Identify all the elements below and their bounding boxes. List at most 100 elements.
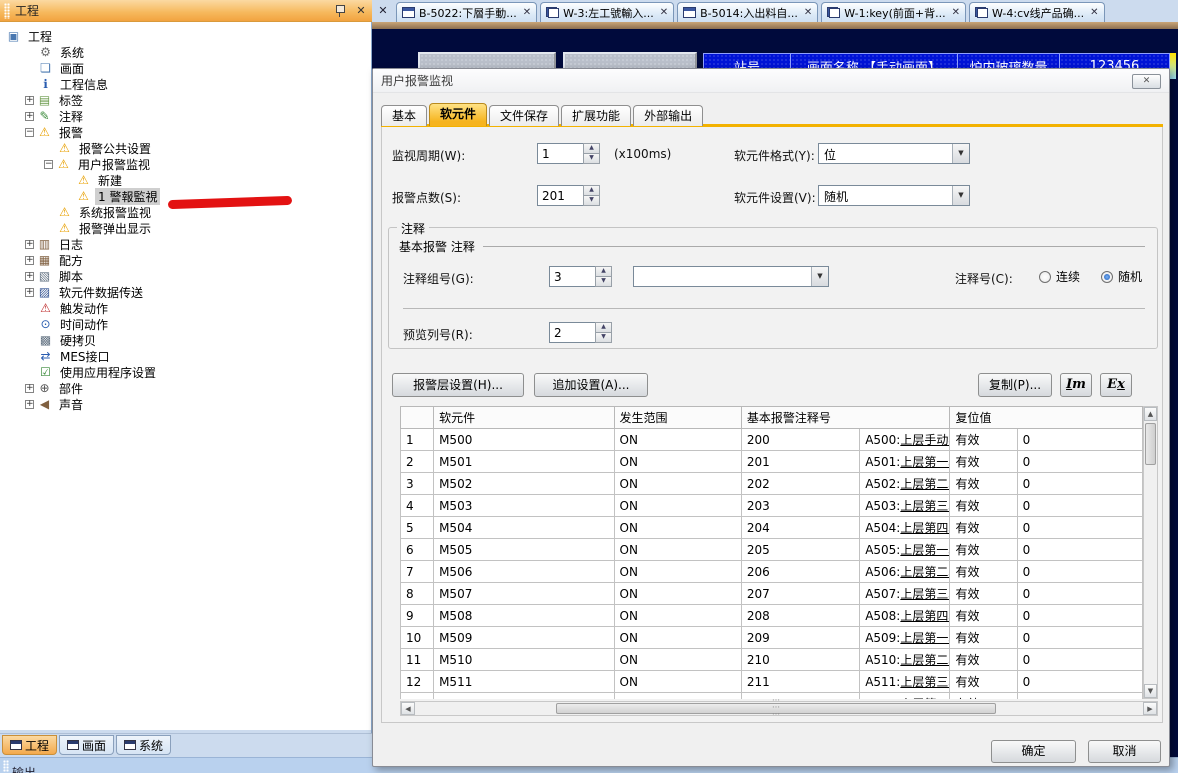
tree-item[interactable]: +✎注释	[0, 108, 371, 124]
table-row[interactable]: 7M506ON206A506:上层第二段电...有效0	[401, 561, 1143, 583]
tree-item[interactable]: ⇄MES接口	[0, 348, 371, 364]
editor-tab[interactable]: W-1:key(前面+背...✕	[821, 2, 966, 22]
range-cell[interactable]: ON	[614, 539, 741, 561]
range-cell[interactable]: ON	[614, 495, 741, 517]
drag-grip-icon[interactable]	[4, 3, 10, 19]
comment-cell[interactable]: A508:上层第四段电...	[860, 605, 950, 627]
editor-tab[interactable]: W-3:左工號輸入...✕	[540, 2, 674, 22]
vertical-scroll-thumb[interactable]	[1145, 423, 1156, 465]
tree-item-label[interactable]: 配方	[56, 252, 86, 269]
expand-icon[interactable]: +	[25, 272, 34, 281]
tree-item-label[interactable]: 工程	[25, 28, 55, 45]
tree-item-label[interactable]: 用户报警监视	[75, 156, 153, 173]
dialog-tab[interactable]: 软元件	[429, 103, 487, 126]
scroll-left-icon[interactable]: ◀	[401, 702, 415, 715]
spin-up-icon[interactable]: ▲	[583, 143, 600, 154]
panel-close-icon[interactable]: ✕	[354, 4, 368, 18]
editor-tab[interactable]: B-5014:入出料自...✕	[677, 2, 818, 22]
alarm-points-stepper[interactable]: ▲▼	[537, 185, 600, 206]
comment-cell[interactable]: A500:上层手动模式...	[860, 429, 950, 451]
device-cell[interactable]: M507	[434, 583, 614, 605]
tabbar-close-icon[interactable]: ✕	[376, 3, 390, 19]
tree-item-label[interactable]: 硬拷贝	[57, 332, 99, 349]
spin-up-icon[interactable]: ▲	[583, 185, 600, 196]
monitor-cycle-stepper[interactable]: ▲▼	[537, 143, 600, 164]
reset-value-cell[interactable]: 0	[1017, 473, 1142, 495]
comment-no-cell[interactable]: 209	[741, 627, 859, 649]
collapse-icon[interactable]: −	[25, 128, 34, 137]
reset-value-cell[interactable]: 0	[1017, 649, 1142, 671]
comment-no-cell[interactable]: 203	[741, 495, 859, 517]
comment-group-no-stepper[interactable]: ▲▼	[549, 266, 612, 287]
dialog-tab[interactable]: 文件保存	[489, 105, 559, 126]
tree-item-label[interactable]: 1 警報監視	[95, 188, 160, 205]
row-number[interactable]: 2	[401, 451, 434, 473]
reset-cell[interactable]: 有效	[950, 517, 1017, 539]
tree-item[interactable]: +⊕部件	[0, 380, 371, 396]
tree-item-label[interactable]: 画面	[57, 60, 87, 77]
tree-item-label[interactable]: 系统报警监视	[76, 204, 154, 221]
reset-value-cell[interactable]: 0	[1017, 583, 1142, 605]
reset-cell[interactable]: 有效	[950, 693, 1017, 700]
horizontal-scrollbar[interactable]: ◀ ▶	[400, 701, 1158, 716]
table-row[interactable]: 11M510ON210A510:上层第二段IR...有效0	[401, 649, 1143, 671]
dialog-tab[interactable]: 扩展功能	[561, 105, 631, 126]
tree-item-label[interactable]: 新建	[95, 172, 125, 189]
device-format-select[interactable]: 位 ▼	[818, 143, 970, 164]
panel-tab-工程[interactable]: 工程	[2, 735, 57, 755]
tab-close-icon[interactable]: ✕	[1090, 7, 1098, 18]
tree-item-label[interactable]: 注释	[56, 108, 86, 125]
spin-down-icon[interactable]: ▼	[583, 154, 600, 164]
table-row[interactable]: 8M507ON207A507:上层第三段电...有效0	[401, 583, 1143, 605]
radio-random[interactable]: 随机	[1101, 268, 1142, 285]
reset-value-cell[interactable]: 0	[1017, 539, 1142, 561]
tree-item[interactable]: ▣工程	[0, 28, 371, 44]
preview-col-input[interactable]	[549, 322, 595, 343]
comment-no-cell[interactable]: 207	[741, 583, 859, 605]
monitor-cycle-input[interactable]	[537, 143, 583, 164]
spin-up-icon[interactable]: ▲	[595, 266, 612, 277]
tab-close-icon[interactable]: ✕	[952, 7, 960, 18]
tree-item[interactable]: −⚠报警	[0, 124, 371, 140]
tree-item-label[interactable]: 标签	[56, 92, 86, 109]
device-cell[interactable]: M511	[434, 671, 614, 693]
chevron-down-icon[interactable]: ▼	[952, 186, 969, 205]
comment-no-cell[interactable]: 212	[741, 693, 859, 700]
device-cell[interactable]: M506	[434, 561, 614, 583]
tree-item[interactable]: ⊙时间动作	[0, 316, 371, 332]
expand-icon[interactable]: +	[25, 112, 34, 121]
device-cell[interactable]: M505	[434, 539, 614, 561]
reset-value-cell[interactable]: 0	[1017, 429, 1142, 451]
alarm-layer-settings-button[interactable]: 报警层设置(H)...	[392, 373, 524, 397]
expand-icon[interactable]: +	[25, 96, 34, 105]
horizontal-scroll-thumb[interactable]	[556, 703, 996, 714]
comment-cell[interactable]: A512:上层第四段IR...	[860, 693, 950, 700]
range-cell[interactable]: ON	[614, 649, 741, 671]
copy-button[interactable]: 复制(P)...	[978, 373, 1052, 397]
tree-item-label[interactable]: 脚本	[56, 268, 86, 285]
row-number[interactable]: 6	[401, 539, 434, 561]
comment-no-cell[interactable]: 211	[741, 671, 859, 693]
cancel-button[interactable]: 取消	[1088, 740, 1161, 763]
chevron-down-icon[interactable]: ▼	[811, 267, 828, 286]
pin-icon[interactable]	[335, 4, 344, 17]
comment-cell[interactable]: A501:上层第一段炉...	[860, 451, 950, 473]
range-cell[interactable]: ON	[614, 429, 741, 451]
tree-item-label[interactable]: 报警公共设置	[76, 140, 154, 157]
reset-cell[interactable]: 有效	[950, 429, 1017, 451]
table-row[interactable]: 5M504ON204A504:上层第四段炉...有效0	[401, 517, 1143, 539]
comment-cell[interactable]: A507:上层第三段电...	[860, 583, 950, 605]
reset-value-cell[interactable]: 0	[1017, 605, 1142, 627]
editor-tab[interactable]: W-4:cv线产品确...✕	[969, 2, 1105, 22]
tree-item[interactable]: −⚠用户报警监视	[0, 156, 371, 172]
dialog-tab[interactable]: 外部输出	[633, 105, 703, 126]
comment-no-cell[interactable]: 204	[741, 517, 859, 539]
tree-item-label[interactable]: 触发动作	[57, 300, 111, 317]
reset-cell[interactable]: 有效	[950, 473, 1017, 495]
tree-item[interactable]: ⚙系统	[0, 44, 371, 60]
reset-cell[interactable]: 有效	[950, 583, 1017, 605]
spin-up-icon[interactable]: ▲	[595, 322, 612, 333]
tab-close-icon[interactable]: ✕	[523, 7, 531, 18]
reset-cell[interactable]: 有效	[950, 671, 1017, 693]
range-cell[interactable]: ON	[614, 451, 741, 473]
